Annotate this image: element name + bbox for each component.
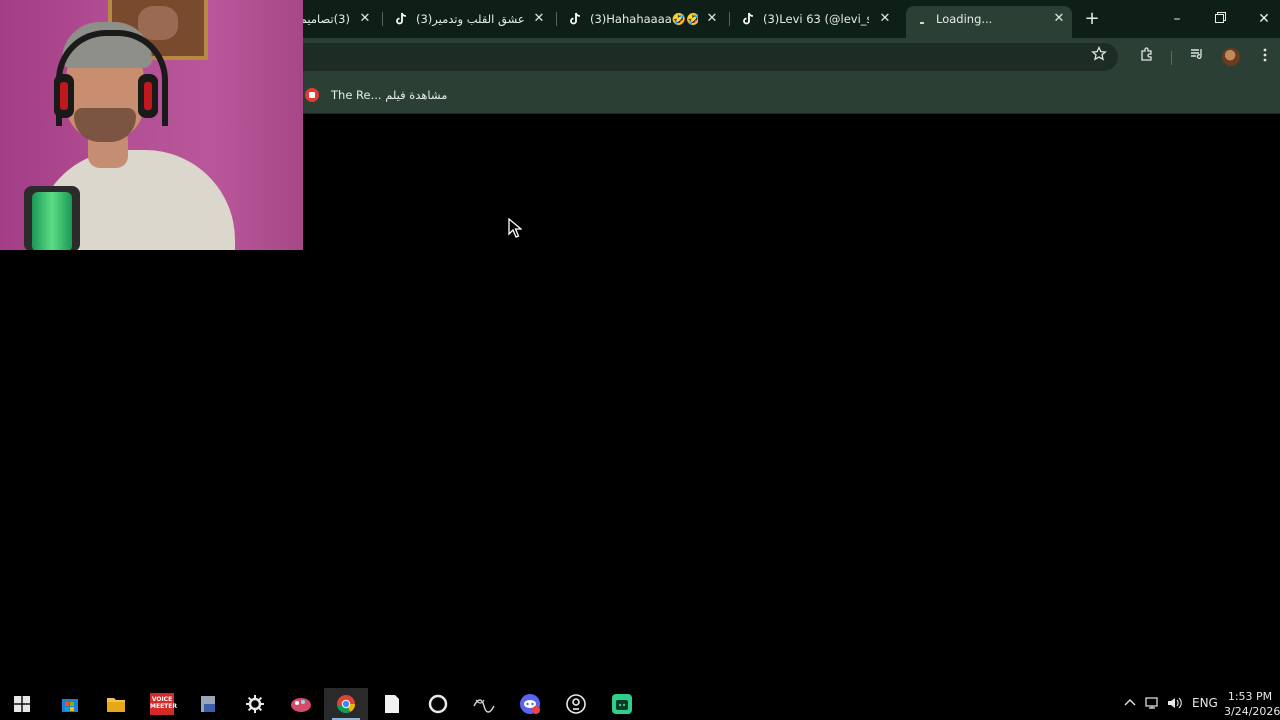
webcam-app-icon[interactable] (554, 688, 598, 720)
android-app-icon[interactable] (600, 688, 644, 720)
windows-taskbar: VOICE MEETER ENG 1:53 PM 3/24/2026 (0, 688, 1280, 720)
chrome-icon[interactable] (324, 688, 368, 720)
bookmark-label: The Re... مشاهدة فيلم (331, 88, 448, 102)
tab-close-icon[interactable]: ✕ (703, 10, 721, 28)
language-indicator[interactable]: ENG (1192, 696, 1218, 710)
chevron-up-icon[interactable] (1124, 696, 1136, 710)
youtube-icon (305, 88, 319, 102)
steelseries-icon[interactable] (233, 688, 277, 720)
network-icon[interactable] (1145, 696, 1161, 713)
clock-date: 3/24/2026 (1224, 705, 1280, 718)
tab-divider (382, 12, 383, 26)
tiktok-icon (570, 12, 581, 25)
volume-icon[interactable] (1167, 696, 1183, 713)
tab-2[interactable]: (3)عشق القلب وتدمير ✕ (394, 6, 548, 32)
tab-close-icon[interactable]: ✕ (530, 10, 548, 28)
windows-start-icon[interactable] (0, 688, 44, 720)
extensions-icon[interactable] (1136, 46, 1158, 68)
tiktok-icon (743, 12, 754, 25)
bookmark-star-icon[interactable] (1088, 45, 1110, 68)
wave-app-icon[interactable] (462, 688, 506, 720)
cortana-icon[interactable] (416, 688, 460, 720)
tab-close-icon[interactable]: ✕ (356, 10, 374, 28)
clock-time: 1:53 PM (1227, 690, 1273, 703)
tab-title: (3)عشق القلب وتدمير (416, 12, 525, 26)
restore-icon (1214, 12, 1226, 23)
notepad-icon[interactable] (370, 688, 414, 720)
media-controls-icon[interactable] (1186, 46, 1208, 68)
tab-title: (3)Hahahaaaa🤣🤣🤣 (590, 12, 698, 26)
tab-close-icon[interactable]: ✕ (876, 10, 894, 28)
toolbar-divider (1171, 51, 1172, 65)
profile-avatar[interactable] (1222, 48, 1240, 66)
webcam-overlay (0, 0, 303, 250)
file-explorer-icon[interactable] (94, 688, 138, 720)
address-bar[interactable] (290, 43, 1118, 71)
tab-5-active[interactable]: Loading... ✕ (916, 6, 1068, 32)
bookmark-item[interactable]: The Re... مشاهدة فيلم (305, 85, 447, 105)
voicemeeter-icon[interactable]: VOICE MEETER (140, 688, 184, 720)
discord-icon[interactable] (508, 688, 552, 720)
tab-4[interactable]: (3)Levi 63 (@levi_ship ✕ (741, 6, 894, 32)
tiktok-icon (396, 12, 407, 25)
close-window-button[interactable]: ✕ (1253, 8, 1275, 30)
voicemeeter-label: VOICE MEETER (150, 693, 177, 715)
rgb-lamp (24, 186, 80, 250)
tab-close-icon[interactable]: ✕ (1050, 10, 1068, 28)
headset-cup-left (54, 74, 74, 118)
headset-cup-right (138, 74, 158, 118)
app-icon[interactable] (279, 688, 323, 720)
tab-title: (3)Levi 63 (@levi_ship (763, 12, 869, 26)
restore-button[interactable] (1209, 8, 1231, 30)
tab-divider (729, 12, 730, 26)
microsoft-store-icon[interactable] (48, 688, 92, 720)
minimize-button[interactable]: – (1166, 8, 1188, 30)
menu-icon[interactable] (1254, 46, 1276, 68)
tab-title: (3)تصاميم (300, 12, 350, 26)
program-icon[interactable] (186, 688, 230, 720)
tab-1[interactable]: (3)تصاميم ✕ (300, 6, 374, 32)
tab-divider (556, 12, 557, 26)
tab-title: Loading... (936, 12, 993, 26)
system-clock[interactable]: 1:53 PM 3/24/2026 (1224, 688, 1280, 720)
mouse-cursor-icon (508, 218, 522, 238)
loading-spinner-icon (916, 12, 930, 26)
new-tab-button[interactable]: + (1082, 9, 1102, 29)
tab-3[interactable]: (3)Hahahaaaa🤣🤣🤣 ✕ (568, 6, 721, 32)
